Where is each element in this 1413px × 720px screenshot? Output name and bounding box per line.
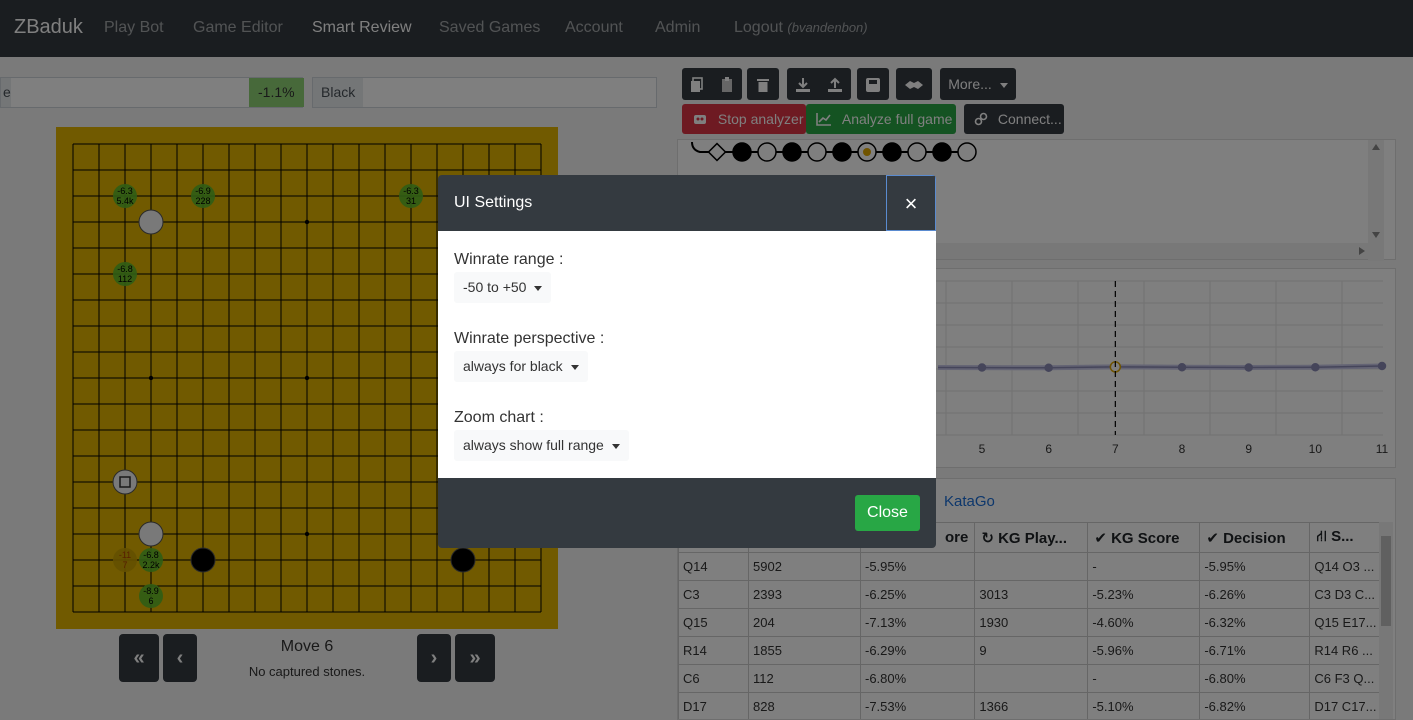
ui-settings-modal: UI Settings × Winrate range : -50 to +50… (438, 175, 936, 548)
chevron-down-icon (534, 285, 543, 291)
winrate-perspective-label: Winrate perspective : (454, 330, 605, 347)
winrate-perspective-dropdown[interactable]: always for black (454, 351, 588, 382)
zoom-chart-label: Zoom chart : (454, 409, 544, 426)
zoom-chart-dropdown[interactable]: always show full range (454, 430, 629, 461)
close-icon[interactable]: × (886, 175, 936, 231)
close-button[interactable]: Close (855, 495, 920, 531)
chevron-down-icon (611, 443, 620, 449)
modal-header: UI Settings × (438, 175, 936, 231)
zoom-chart-value: always show full range (463, 437, 604, 453)
winrate-range-label: Winrate range : (454, 251, 564, 268)
modal-body: Winrate range : -50 to +50 Winrate persp… (438, 231, 936, 478)
winrate-range-value: -50 to +50 (463, 279, 527, 295)
modal-title: UI Settings (454, 194, 533, 211)
winrate-range-dropdown[interactable]: -50 to +50 (454, 272, 552, 303)
modal-footer: Close (438, 478, 936, 548)
winrate-perspective-value: always for black (463, 358, 563, 374)
chevron-down-icon (570, 364, 579, 370)
